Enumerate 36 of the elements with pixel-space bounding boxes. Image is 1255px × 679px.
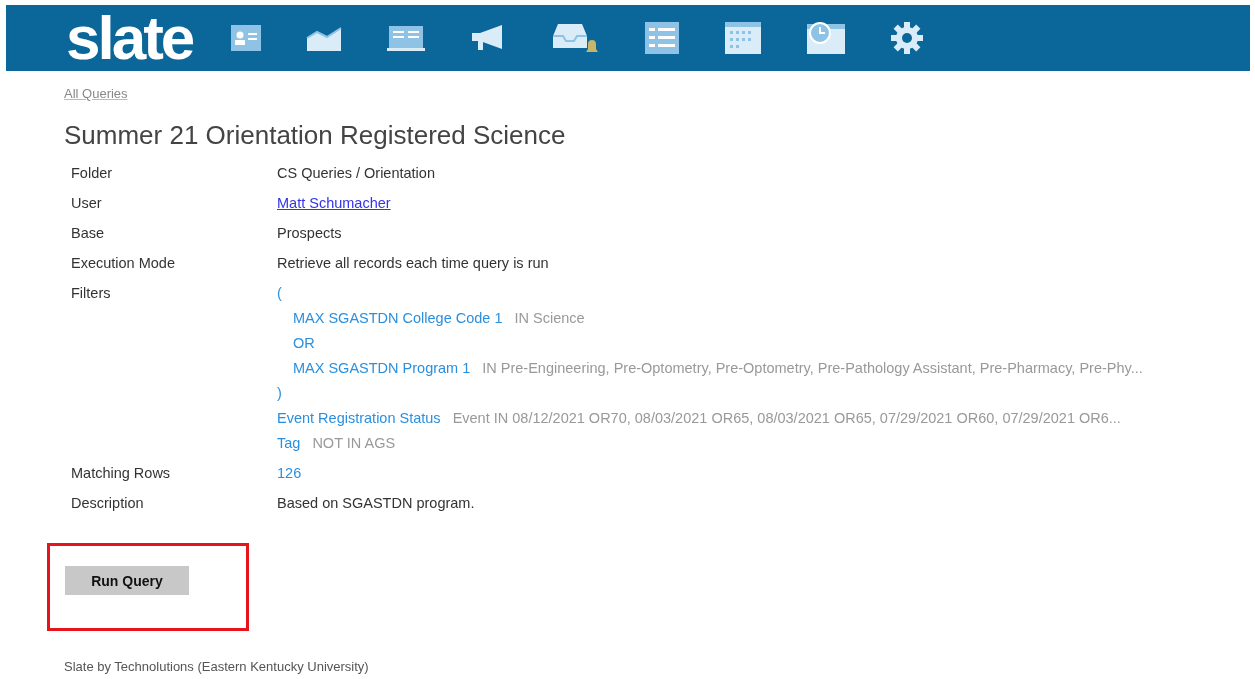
detail-label: Filters [71, 284, 112, 303]
filter-condition: Event IN 08/12/2021 OR70, 08/03/2021 OR65, 08/03/2021 OR65, 07/29/2021 OR60, 07/29/2021 OR6... [452, 410, 1121, 426]
open-parenthesis: ( [277, 284, 283, 303]
detail-label: Execution Mode [71, 254, 176, 273]
query-title: Summer 21 Orientation Registered Science [64, 120, 567, 151]
detail-label: Base [71, 224, 106, 243]
matching-rows-count[interactable]: 126 [277, 465, 302, 481]
filter-condition: IN Pre-Engineering, Pre-Optometry, Pre-Optometry, Pre-Pathology Assistant, Pre-Pharmacy, Pre-Phy... [482, 360, 1143, 376]
area-chart-icon[interactable] [306, 24, 343, 52]
filter-field[interactable]: MAX SGASTDN Program 1 [293, 360, 471, 376]
detail-label: User [71, 194, 103, 213]
detail-value: Retrieve all records each time query is run [277, 255, 549, 271]
list-icon[interactable] [644, 21, 681, 55]
contact-card-icon[interactable] [230, 24, 263, 52]
detail-label: Matching Rows [71, 464, 172, 483]
logo[interactable]: slate [66, 5, 193, 71]
filter-condition: IN Science [514, 310, 585, 326]
all-queries-link[interactable]: All Queries [64, 86, 128, 101]
filter-field[interactable]: MAX SGASTDN College Code 1 [293, 310, 503, 326]
filter-condition: NOT IN AGS [312, 435, 396, 451]
detail-value: CS Queries / Orientation [277, 165, 435, 181]
detail-value: Prospects [277, 225, 342, 241]
user-link[interactable]: Matt Schumacher [277, 195, 391, 211]
footer-text: Slate by Technolutions (Eastern Kentucky University) [64, 659, 370, 674]
detail-label: Folder [71, 164, 114, 183]
inbox-bell-icon[interactable] [552, 22, 601, 54]
settings-icon[interactable] [890, 21, 925, 55]
filter-field[interactable]: Event Registration Status [277, 410, 441, 426]
filter-operator: OR [293, 334, 316, 353]
detail-label: Description [71, 494, 145, 513]
close-parenthesis: ) [277, 384, 283, 403]
filter-field[interactable]: Tag [277, 435, 301, 451]
calendar-icon[interactable] [724, 21, 763, 55]
calendar-clock-icon[interactable] [806, 21, 847, 55]
detail-value: Based on SGASTDN program. [277, 495, 475, 511]
run-query-button[interactable]: Run Query [65, 566, 189, 595]
